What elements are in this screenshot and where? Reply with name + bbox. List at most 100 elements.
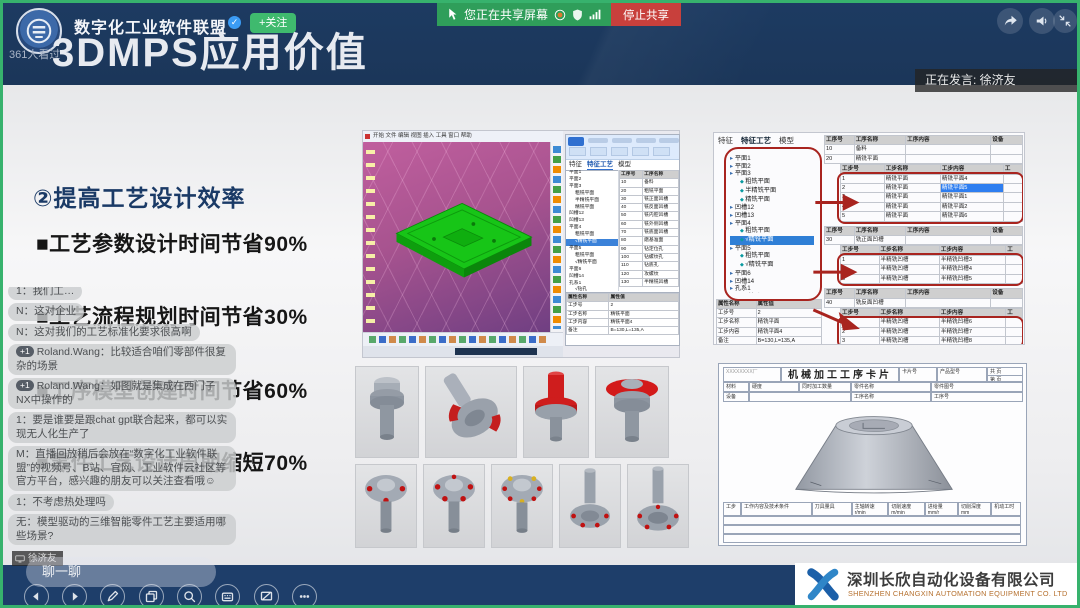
col-label: 进给量 mm/r	[925, 502, 958, 516]
chat-message: +1Roland.Wang：如图就是集成在西门子NX中操作的	[8, 378, 236, 409]
company-logo-icon	[805, 566, 841, 602]
feature-tree: 平面1平面2平面3粗铣平面半精铣平面精铣平面凹槽12凹槽13平面4粗铣平面√精铣…	[730, 155, 814, 293]
hardness-label: 硬度	[749, 382, 799, 392]
step-properties-table: 属性名称属性值工步号2工步名称精铣平面工步内容精铣平面4备注B=130,L=13…	[716, 299, 822, 344]
material-label: 材料	[723, 382, 749, 392]
process-mapping-screenshot: 特征 特征工艺 模型 平面1平面2平面3粗铣平面半精铣平面精铣平面凹槽12凹槽1…	[713, 132, 1025, 345]
equipment-label: 设备	[723, 392, 749, 402]
slide-bullet: ■工艺参数设计时间节省90%	[36, 228, 308, 258]
cad-progress	[455, 348, 537, 355]
prev-slide-button[interactable]	[24, 584, 49, 608]
magnifier-button[interactable]	[177, 584, 202, 608]
slide-heading: ②提高工艺设计效率	[33, 179, 245, 213]
cursor-icon	[447, 8, 458, 21]
tab-model: 模型	[779, 135, 794, 146]
part-name-label: 零件名称	[851, 382, 931, 392]
col-label: 切削速度 m/min	[888, 502, 925, 516]
cad-bottom-toolbar	[363, 332, 563, 346]
signal-icon	[589, 9, 601, 20]
tab-feature-process: 特征工艺	[587, 159, 613, 170]
part-thumbnail	[491, 464, 553, 548]
screen-share-bar: 您正在共享屏幕 停止共享	[437, 3, 681, 26]
part-thumbnail	[423, 464, 485, 548]
part-thumbnail	[595, 366, 669, 458]
company-name-en: SHENZHEN CHANGXIN AUTOMATION EQUIPMENT C…	[848, 589, 1068, 598]
factory-name: XXXXXXXX厂	[723, 367, 781, 382]
operation-tables: 工序号工序名称工序内容设备10备料20精铣平面 工步号工步名称工步内容工1精铣平…	[824, 135, 1023, 344]
stop-share-button[interactable]: 停止共享	[611, 3, 681, 26]
follow-button[interactable]: +关注	[250, 13, 296, 33]
chat-message: 1：我们工…	[8, 287, 82, 300]
chat-message: N：这对企业	[8, 303, 84, 321]
operation-group: 工序号工序名称工序内容设备40铣反面凹槽 工步号工步名称工步内容工1半精铣凹槽半…	[824, 288, 1023, 344]
screen-off-button[interactable]	[254, 584, 279, 608]
operation-group: 工序号工序名称工序内容设备30铣正面凹槽 工步号工步名称工步内容工1半精铣凹槽半…	[824, 226, 1023, 284]
cad-status-bar	[363, 346, 563, 357]
process-panel-tabs: 特征 特征工艺 模型	[718, 135, 794, 146]
part-thumbnail	[355, 464, 417, 548]
speaking-indicator: 正在发言: 徐济友	[915, 69, 1080, 92]
part-3d-preview	[774, 402, 974, 502]
share-status-text: 您正在共享屏幕	[464, 6, 548, 23]
cad-software-screenshot: 开始 文件 编辑 视图 插入 工具 窗口 帮助	[362, 130, 680, 358]
stream-slide-title: 3DMPS应用价值	[52, 20, 368, 78]
part-no-label: 零件图号	[931, 382, 1023, 392]
channel-logo	[16, 8, 62, 54]
viewer-count: 361人看过	[9, 46, 60, 62]
card-no-label: 卡片号	[899, 367, 937, 382]
pages-label: 共 页	[987, 367, 1023, 375]
chat-message: 1：要是谁要是跟chat gpt联合起来，都可以实现无人化生产了	[8, 412, 236, 443]
tab-feature: 特征	[718, 135, 733, 146]
company-name-cn: 深圳长欣自动化设备有限公司	[847, 568, 1055, 590]
slides-button[interactable]	[139, 584, 164, 608]
next-slide-button[interactable]	[62, 584, 87, 608]
blank-cell	[749, 392, 851, 402]
record-icon	[554, 9, 566, 21]
chat-message: +1Roland.Wang：比较适合咱们零部件很复杂的场景	[8, 344, 236, 375]
webinar-window: ②提高工艺设计效率 ■工艺参数设计时间节省90% ■工艺流程规划时间节省30% …	[0, 0, 1080, 608]
part-thumbnail	[523, 366, 589, 458]
card-title: 机械加工工序卡片	[781, 367, 899, 382]
col-label: 工步	[723, 502, 741, 516]
whiteboard-button[interactable]	[215, 584, 240, 608]
op-name-label: 工序名称	[851, 392, 931, 402]
annotate-button[interactable]	[100, 584, 125, 608]
tab-feature-process: 特征工艺	[741, 135, 771, 146]
part-thumbnail	[355, 366, 419, 458]
cad-vertical-toolbar	[550, 142, 563, 333]
batch-label: 同时加工数量	[799, 382, 851, 392]
cad-3d-viewport	[363, 142, 551, 333]
cad-menu-bar: 开始 文件 编辑 视图 插入 工具 窗口 帮助	[363, 131, 563, 142]
cad-process-panel: 特征 特征工艺 模型 平面1平面2平面3粗铣平面半精铣平面精铣平面凹槽12凹槽1…	[565, 134, 680, 346]
chat-message: N：这对我们的工艺标准化要求很高啊	[8, 324, 200, 342]
share-button[interactable]	[997, 8, 1023, 34]
page-label: 第 页	[987, 375, 1023, 382]
cad-properties-table: 属性名称属性值工步号2工步名称精铣平面工步内容精铣平面4备注B=130,L=13…	[566, 292, 679, 345]
exit-fullscreen-button[interactable]	[1053, 9, 1077, 33]
col-label: 刀具量具	[812, 502, 852, 516]
card-row	[723, 534, 1021, 543]
cad-app-logo	[568, 137, 584, 146]
part-thumbnail	[559, 464, 621, 548]
chat-input[interactable]: 聊一聊	[26, 557, 216, 587]
volume-button[interactable]	[1029, 8, 1055, 34]
cad-model-tree-strip	[366, 150, 375, 325]
cad-feature-tree: 平面1平面2平面3粗铣平面半精铣平面精铣平面凹槽12凹槽13平面4粗铣平面√精铣…	[566, 170, 619, 291]
part-thumbnail	[425, 366, 517, 458]
green-part-model	[389, 184, 539, 279]
tab-model: 模型	[618, 159, 631, 170]
part-thumbnail	[627, 464, 689, 548]
card-row	[723, 525, 1021, 534]
cad-viewport-pane: 开始 文件 编辑 视图 插入 工具 窗口 帮助	[363, 131, 563, 357]
more-button[interactable]	[292, 584, 317, 608]
shield-icon	[572, 9, 583, 21]
col-label: 机动工时	[991, 502, 1021, 516]
company-footer: 深圳长欣自动化设备有限公司 SHENZHEN CHANGXIN AUTOMATI…	[795, 563, 1077, 605]
monitor-icon	[15, 555, 25, 563]
chat-message: 1：不考虑热处理吗	[8, 494, 114, 512]
verified-badge-icon: ✓	[228, 16, 241, 29]
channel-name: 数字化工业软件联盟	[74, 14, 227, 38]
live-chat-overlay: M** 来了 MW**：接入ChatGPT M：直播回放稍后会放在数字化工业软件…	[8, 287, 244, 545]
card-row	[723, 516, 1021, 525]
card-columns: 工步 工作内容及技术条件 刀具量具 主轴转速 r/min 切削速度 m/min …	[723, 502, 1021, 516]
